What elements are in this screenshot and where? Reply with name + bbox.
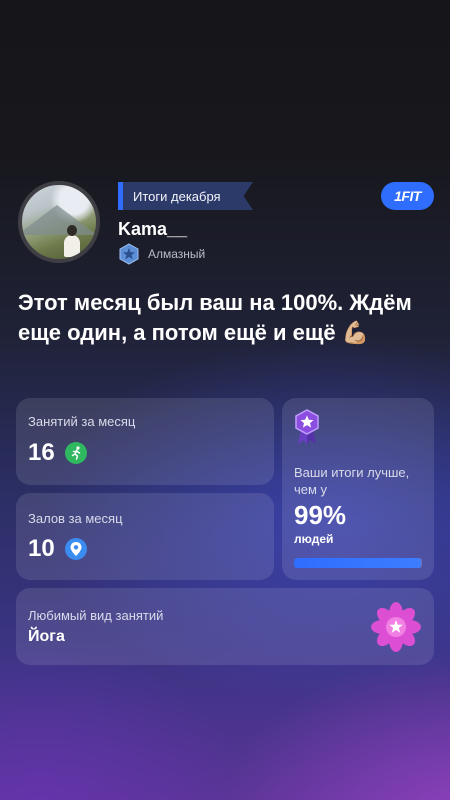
profile-avatar[interactable] <box>18 181 100 263</box>
headline: Этот месяц был ваш на 100%. Ждём еще оди… <box>18 290 412 345</box>
sessions-value: 16 <box>28 439 55 466</box>
gyms-label: Залов за месяц <box>28 511 123 526</box>
gyms-value: 10 <box>28 535 55 562</box>
lotus-icon <box>371 602 421 652</box>
ranking-text: Ваши итоги лучше, чем у <box>294 465 410 497</box>
diamond-badge-icon <box>119 243 139 265</box>
sessions-value-row: 16 <box>28 439 87 467</box>
location-pin-icon <box>64 538 87 560</box>
gyms-card: Залов за месяц 10 <box>16 493 274 580</box>
favorite-value: Йога <box>28 628 65 645</box>
avatar-mountain <box>22 205 96 235</box>
favorite-activity-card: Любимый вид занятий Йога <box>16 588 434 665</box>
running-person-icon <box>64 442 87 464</box>
ranking-progress-fill <box>294 558 421 568</box>
favorite-label: Любимый вид занятий <box>28 608 164 623</box>
month-summary-tag: Итоги декабря <box>118 182 253 210</box>
avatar-person <box>64 225 80 257</box>
rank-label: Алмазный <box>148 247 206 261</box>
rank-row: Алмазный <box>118 243 205 265</box>
brand-logo: 1FIT <box>381 182 434 210</box>
ranking-progress-bar <box>294 558 422 568</box>
gyms-value-row: 10 <box>28 535 87 563</box>
sessions-label: Занятий за месяц <box>28 414 136 429</box>
month-summary-label: Итоги декабря <box>133 188 221 204</box>
sessions-card: Занятий за месяц 16 <box>16 398 274 485</box>
star-medal-icon <box>295 409 319 445</box>
username: Kama__ <box>118 219 188 239</box>
ranking-people: людей <box>294 532 334 546</box>
ranking-percent: 99% <box>294 500 347 530</box>
ranking-card: Ваши итоги лучше, чем у 99% людей <box>282 398 434 580</box>
